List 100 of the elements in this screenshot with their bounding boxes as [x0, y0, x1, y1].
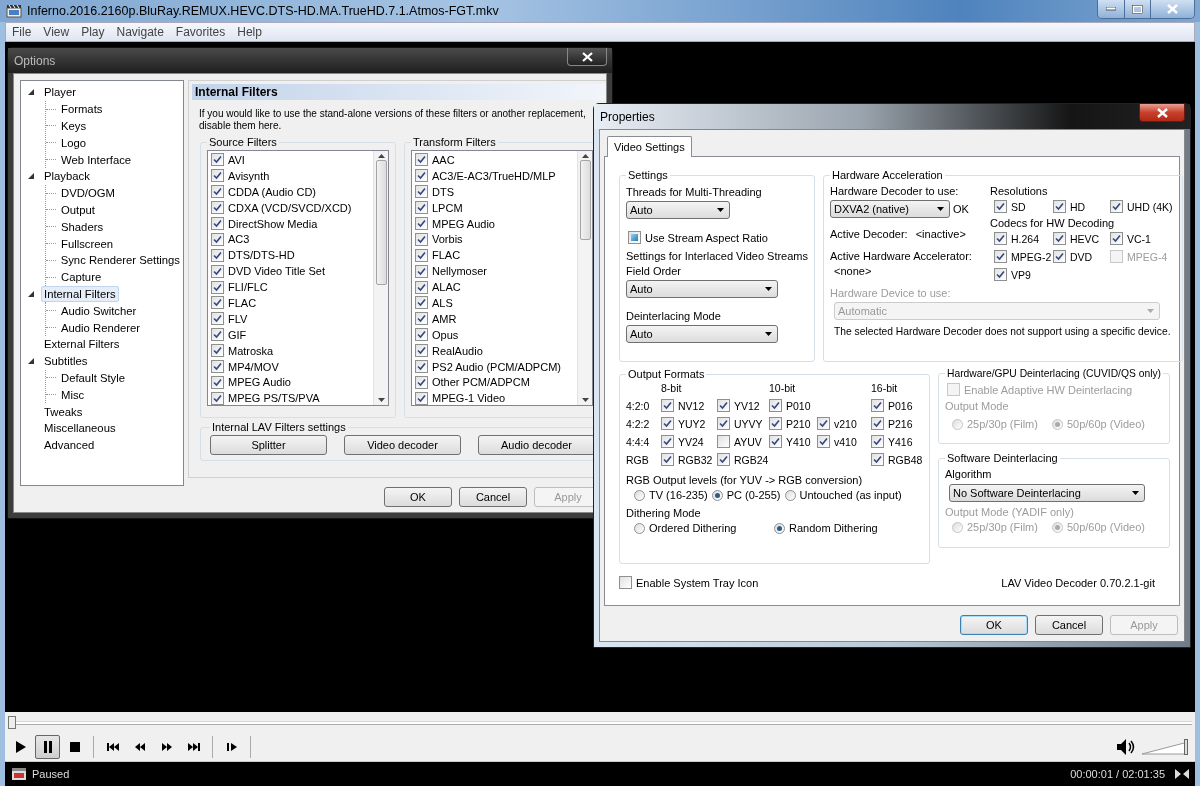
tree-item[interactable]: Internal Filters — [41, 285, 119, 302]
expanded-arrow-icon[interactable] — [27, 88, 35, 97]
checkbox[interactable] — [211, 232, 224, 246]
tree-item[interactable]: Default Style — [58, 369, 129, 386]
checkbox[interactable] — [717, 453, 730, 466]
tree-item[interactable]: Output — [58, 201, 98, 218]
checkbox[interactable] — [415, 312, 428, 326]
tree-item[interactable]: Shaders — [58, 218, 107, 235]
tree-item[interactable]: Playback — [41, 168, 93, 185]
checkbox[interactable] — [211, 264, 224, 278]
checkbox[interactable] — [415, 185, 428, 199]
settings-button[interactable]: Splitter — [210, 435, 327, 455]
dropdown[interactable]: No Software Deinterlacing — [949, 484, 1145, 502]
scroll-up-icon[interactable] — [581, 154, 589, 158]
checkbox[interactable] — [211, 169, 224, 183]
tree-item[interactable]: Tweaks — [41, 403, 86, 420]
radio-button[interactable] — [634, 489, 645, 501]
checkbox[interactable] — [211, 344, 224, 358]
checkbox[interactable] — [211, 391, 224, 405]
checkbox[interactable] — [415, 344, 428, 358]
tab[interactable]: Video Settings — [607, 136, 692, 157]
expanded-arrow-icon[interactable] — [27, 357, 35, 366]
tree-item[interactable]: Sync Renderer Settings — [57, 252, 183, 269]
tree-item[interactable]: Audio Switcher — [58, 302, 140, 319]
menu-item[interactable]: Navigate — [110, 25, 170, 39]
maximize-button[interactable] — [1124, 0, 1150, 18]
tree-item[interactable]: External Filters — [41, 336, 123, 353]
checkbox[interactable] — [415, 201, 428, 215]
checkbox[interactable] — [717, 435, 730, 448]
checkbox[interactable] — [871, 417, 884, 430]
radio-button[interactable] — [711, 489, 723, 501]
settings-button[interactable]: Audio decoder — [478, 435, 595, 455]
minimize-button[interactable] — [1098, 0, 1124, 18]
checkbox[interactable] — [415, 375, 428, 389]
tree-item[interactable]: Audio Renderer — [58, 319, 144, 336]
checkbox[interactable] — [717, 417, 730, 430]
tree-item[interactable]: Web Interface — [58, 151, 135, 168]
tree-item[interactable]: Subtitles — [41, 353, 91, 370]
dialog-button[interactable]: OK — [384, 487, 452, 507]
dropdown[interactable]: DXVA2 (native) — [830, 200, 950, 218]
scroll-up-icon[interactable] — [377, 154, 385, 158]
radio-button[interactable] — [784, 489, 796, 501]
tree-item[interactable]: Capture — [58, 269, 105, 286]
checkbox[interactable] — [769, 435, 782, 448]
checkbox[interactable] — [994, 200, 1007, 213]
checkbox[interactable] — [871, 399, 884, 412]
checkbox[interactable] — [211, 280, 224, 294]
checkbox[interactable] — [769, 417, 782, 430]
checkbox[interactable] — [871, 453, 884, 466]
tree-item[interactable]: Miscellaneous — [41, 420, 119, 437]
settings-button[interactable]: Video decoder — [344, 435, 461, 455]
tree-item[interactable]: Advanced — [41, 437, 98, 454]
scroll-down-icon[interactable] — [581, 398, 589, 402]
menu-item[interactable]: Play — [75, 25, 111, 39]
menu-item[interactable]: File — [6, 25, 38, 39]
checkbox[interactable] — [994, 268, 1007, 281]
checkbox[interactable] — [871, 435, 884, 448]
menu-item[interactable]: Favorites — [169, 25, 232, 39]
checkbox[interactable] — [211, 185, 224, 199]
volume-thumb[interactable] — [1184, 739, 1188, 755]
speaker-icon[interactable] — [1116, 738, 1136, 756]
tree-item[interactable]: Logo — [58, 134, 90, 151]
checkbox[interactable] — [415, 264, 428, 278]
tree-item[interactable]: DVD/OGM — [58, 185, 118, 202]
checkbox[interactable] — [211, 296, 224, 310]
volume-slider[interactable] — [1142, 739, 1188, 755]
pause-button[interactable] — [35, 735, 60, 759]
checkbox[interactable] — [211, 312, 224, 326]
checkbox[interactable] — [817, 435, 830, 448]
checkbox[interactable] — [415, 169, 428, 183]
checkbox[interactable] — [211, 217, 224, 230]
checkbox[interactable] — [817, 417, 830, 430]
checkbox[interactable] — [211, 328, 224, 342]
scroll-down-icon[interactable] — [377, 398, 385, 402]
checkbox[interactable] — [211, 248, 224, 262]
checkbox[interactable] — [211, 153, 224, 167]
checkbox[interactable] — [415, 328, 428, 342]
dialog-button[interactable]: OK — [960, 615, 1028, 635]
close-button[interactable] — [567, 48, 607, 66]
menu-item[interactable]: Help — [231, 25, 268, 39]
checkbox[interactable] — [415, 217, 428, 230]
radio-button[interactable] — [774, 522, 785, 534]
checkbox[interactable] — [1053, 232, 1066, 245]
checkbox[interactable] — [661, 453, 674, 466]
checkbox[interactable] — [994, 250, 1007, 263]
dialog-button[interactable]: Cancel — [459, 487, 527, 507]
tree-item[interactable]: Fullscreen — [58, 235, 117, 252]
checkbox[interactable] — [1053, 200, 1066, 213]
checkbox[interactable] — [211, 375, 224, 389]
tree-item[interactable]: Misc — [58, 386, 88, 403]
checkbox[interactable] — [211, 201, 224, 215]
tree-item[interactable]: Keys — [58, 118, 90, 134]
expanded-arrow-icon[interactable] — [27, 289, 35, 298]
checkbox[interactable] — [415, 296, 428, 310]
dialog-button[interactable]: Cancel — [1035, 615, 1103, 635]
tree-item[interactable]: Formats — [58, 101, 106, 118]
checkbox[interactable] — [628, 231, 641, 244]
scrollbar[interactable] — [577, 151, 592, 405]
checkbox[interactable] — [661, 399, 674, 412]
tree-item[interactable]: Player — [41, 84, 80, 101]
